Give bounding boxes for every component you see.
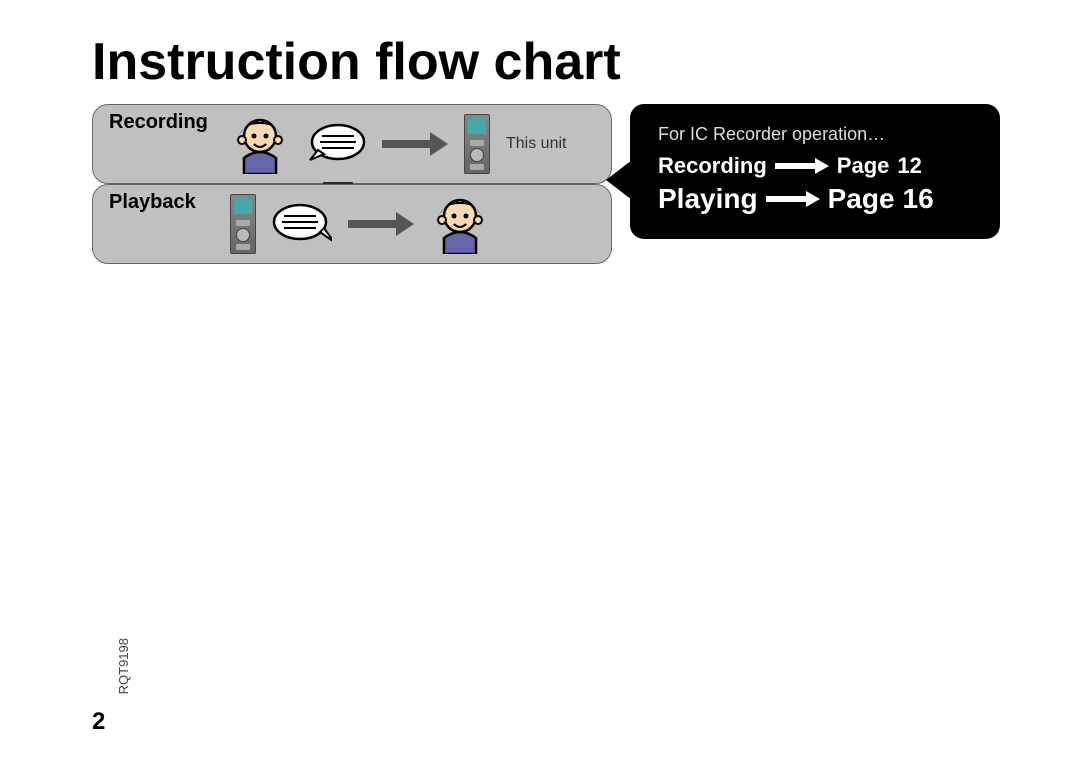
callout-action: Recording xyxy=(658,153,767,179)
arrow-right-icon xyxy=(348,212,414,236)
recording-label: Recording xyxy=(109,111,208,134)
page-title: Instruction flow chart xyxy=(0,0,1080,104)
arrow-right-icon xyxy=(766,191,820,207)
speech-bubble-icon xyxy=(272,202,332,246)
callout-page-num: 16 xyxy=(903,183,934,215)
person-icon xyxy=(430,194,490,254)
playback-label: Playback xyxy=(109,191,196,214)
doc-code: RQT9198 xyxy=(116,638,131,694)
callout-line-recording: Recording Page 12 xyxy=(658,153,980,179)
callout-page-num: 12 xyxy=(897,153,921,179)
device-caption: This unit xyxy=(506,135,566,153)
callout-action: Playing xyxy=(658,183,758,215)
person-icon xyxy=(230,114,290,174)
flow-row-playback: Playback xyxy=(92,184,612,264)
callout-header: For IC Recorder operation… xyxy=(658,124,980,145)
recorder-device-icon xyxy=(464,114,490,174)
callout-line-playing: Playing Page 16 xyxy=(658,183,980,215)
recorder-device-icon xyxy=(230,194,256,254)
page-number: 2 xyxy=(92,708,105,736)
callout-pointer-icon xyxy=(606,160,632,200)
flow-row-recording: Recording xyxy=(92,104,612,184)
speech-bubble-icon xyxy=(306,122,366,166)
callout-references: For IC Recorder operation… Recording Pag… xyxy=(630,104,1000,239)
callout-page-word: Page xyxy=(837,153,890,179)
arrow-right-icon xyxy=(775,158,829,174)
callout-page-word: Page xyxy=(828,183,895,215)
arrow-right-icon xyxy=(382,132,448,156)
